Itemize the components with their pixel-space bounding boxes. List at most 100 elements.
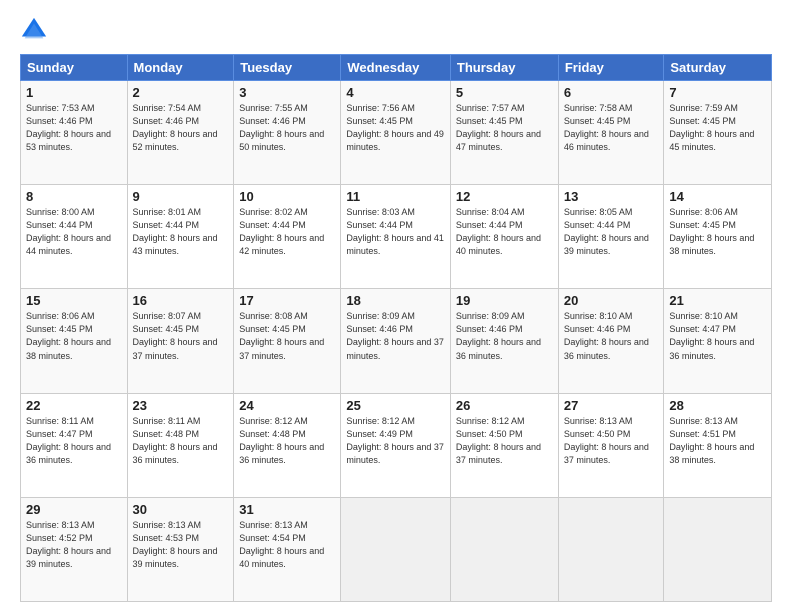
- day-number: 4: [346, 85, 445, 100]
- calendar-cell: 23Sunrise: 8:11 AMSunset: 4:48 PMDayligh…: [127, 393, 234, 497]
- day-number: 15: [26, 293, 122, 308]
- calendar-cell: 16 Sunrise: 8:07 AMSunset: 4:45 PMDayligh…: [127, 289, 234, 393]
- calendar-header: SundayMondayTuesdayWednesdayThursdayFrid…: [21, 55, 772, 81]
- calendar-cell: 20Sunrise: 8:10 AMSunset: 4:46 PMDayligh…: [558, 289, 664, 393]
- weekday-header-saturday: Saturday: [664, 55, 772, 81]
- calendar-cell: [450, 497, 558, 601]
- calendar-cell: 4 Sunrise: 7:56 AMSunset: 4:45 PMDaylight…: [341, 81, 451, 185]
- day-number: 31: [239, 502, 335, 517]
- cell-text: Sunrise: 8:13 AMSunset: 4:54 PMDaylight:…: [239, 520, 324, 569]
- weekday-header-friday: Friday: [558, 55, 664, 81]
- day-number: 12: [456, 189, 553, 204]
- day-number: 14: [669, 189, 766, 204]
- calendar-cell: 9Sunrise: 8:01 AMSunset: 4:44 PMDaylight…: [127, 185, 234, 289]
- cell-text: Sunrise: 8:10 AMSunset: 4:47 PMDaylight:…: [669, 311, 754, 360]
- calendar-cell: 22Sunrise: 8:11 AMSunset: 4:47 PMDayligh…: [21, 393, 128, 497]
- day-number: 19: [456, 293, 553, 308]
- day-number: 28: [669, 398, 766, 413]
- day-number: 10: [239, 189, 335, 204]
- calendar-cell: 11 Sunrise: 8:03 AMSunset: 4:44 PMDayligh…: [341, 185, 451, 289]
- cell-text: Sunrise: 8:01 AMSunset: 4:44 PMDaylight:…: [133, 207, 218, 256]
- week-row-3: 15 Sunrise: 8:06 AMSunset: 4:45 PMDayligh…: [21, 289, 772, 393]
- cell-text: Sunrise: 8:13 AMSunset: 4:53 PMDaylight:…: [133, 520, 218, 569]
- cell-text: Sunrise: 8:13 AMSunset: 4:51 PMDaylight:…: [669, 416, 754, 465]
- day-number: 21: [669, 293, 766, 308]
- calendar-cell: 31 Sunrise: 8:13 AMSunset: 4:54 PMDayligh…: [234, 497, 341, 601]
- cell-text: Sunrise: 7:58 AMSunset: 4:45 PMDaylight:…: [564, 103, 649, 152]
- weekday-header-thursday: Thursday: [450, 55, 558, 81]
- week-row-4: 22Sunrise: 8:11 AMSunset: 4:47 PMDayligh…: [21, 393, 772, 497]
- cell-text: Sunrise: 8:05 AMSunset: 4:44 PMDaylight:…: [564, 207, 649, 256]
- calendar-cell: 5 Sunrise: 7:57 AMSunset: 4:45 PMDaylight…: [450, 81, 558, 185]
- day-number: 25: [346, 398, 445, 413]
- day-number: 26: [456, 398, 553, 413]
- cell-text: Sunrise: 7:55 AMSunset: 4:46 PMDaylight:…: [239, 103, 324, 152]
- cell-text: Sunrise: 8:02 AMSunset: 4:44 PMDaylight:…: [239, 207, 324, 256]
- day-number: 1: [26, 85, 122, 100]
- cell-text: Sunrise: 7:59 AMSunset: 4:45 PMDaylight:…: [669, 103, 754, 152]
- day-number: 6: [564, 85, 659, 100]
- calendar-cell: 14 Sunrise: 8:06 AMSunset: 4:45 PMDayligh…: [664, 185, 772, 289]
- cell-text: Sunrise: 8:06 AMSunset: 4:45 PMDaylight:…: [669, 207, 754, 256]
- calendar-cell: 7 Sunrise: 7:59 AMSunset: 4:45 PMDaylight…: [664, 81, 772, 185]
- cell-text: Sunrise: 7:57 AMSunset: 4:45 PMDaylight:…: [456, 103, 541, 152]
- logo: [20, 16, 52, 44]
- day-number: 18: [346, 293, 445, 308]
- weekday-header-wednesday: Wednesday: [341, 55, 451, 81]
- cell-text: Sunrise: 8:13 AMSunset: 4:52 PMDaylight:…: [26, 520, 111, 569]
- cell-text: Sunrise: 8:09 AMSunset: 4:46 PMDaylight:…: [346, 311, 444, 360]
- day-number: 13: [564, 189, 659, 204]
- calendar-cell: 19 Sunrise: 8:09 AMSunset: 4:46 PMDayligh…: [450, 289, 558, 393]
- day-number: 11: [346, 189, 445, 204]
- cell-text: Sunrise: 8:11 AMSunset: 4:48 PMDaylight:…: [133, 416, 218, 465]
- weekday-header-monday: Monday: [127, 55, 234, 81]
- calendar-cell: 10 Sunrise: 8:02 AMSunset: 4:44 PMDayligh…: [234, 185, 341, 289]
- day-number: 2: [133, 85, 229, 100]
- calendar-cell: 2 Sunrise: 7:54 AMSunset: 4:46 PMDaylight…: [127, 81, 234, 185]
- calendar-cell: 17 Sunrise: 8:08 AMSunset: 4:45 PMDayligh…: [234, 289, 341, 393]
- cell-text: Sunrise: 8:07 AMSunset: 4:45 PMDaylight:…: [133, 311, 218, 360]
- cell-text: Sunrise: 8:04 AMSunset: 4:44 PMDaylight:…: [456, 207, 541, 256]
- cell-text: Sunrise: 8:03 AMSunset: 4:44 PMDaylight:…: [346, 207, 444, 256]
- calendar-cell: [558, 497, 664, 601]
- weekday-row: SundayMondayTuesdayWednesdayThursdayFrid…: [21, 55, 772, 81]
- calendar-cell: 15 Sunrise: 8:06 AMSunset: 4:45 PMDayligh…: [21, 289, 128, 393]
- header: [20, 16, 772, 44]
- calendar-cell: 3 Sunrise: 7:55 AMSunset: 4:46 PMDaylight…: [234, 81, 341, 185]
- calendar-table: SundayMondayTuesdayWednesdayThursdayFrid…: [20, 54, 772, 602]
- weekday-header-tuesday: Tuesday: [234, 55, 341, 81]
- day-number: 3: [239, 85, 335, 100]
- day-number: 7: [669, 85, 766, 100]
- calendar-body: 1 Sunrise: 7:53 AMSunset: 4:46 PMDaylight…: [21, 81, 772, 602]
- calendar-cell: 12 Sunrise: 8:04 AMSunset: 4:44 PMDayligh…: [450, 185, 558, 289]
- cell-text: Sunrise: 8:09 AMSunset: 4:46 PMDaylight:…: [456, 311, 541, 360]
- cell-text: Sunrise: 7:56 AMSunset: 4:45 PMDaylight:…: [346, 103, 444, 152]
- day-number: 17: [239, 293, 335, 308]
- cell-text: Sunrise: 8:06 AMSunset: 4:45 PMDaylight:…: [26, 311, 111, 360]
- calendar-cell: [341, 497, 451, 601]
- day-number: 27: [564, 398, 659, 413]
- calendar-cell: 27 Sunrise: 8:13 AMSunset: 4:50 PMDayligh…: [558, 393, 664, 497]
- day-number: 16: [133, 293, 229, 308]
- cell-text: Sunrise: 7:53 AMSunset: 4:46 PMDaylight:…: [26, 103, 111, 152]
- week-row-1: 1 Sunrise: 7:53 AMSunset: 4:46 PMDaylight…: [21, 81, 772, 185]
- cell-text: Sunrise: 8:12 AMSunset: 4:49 PMDaylight:…: [346, 416, 444, 465]
- day-number: 8: [26, 189, 122, 204]
- calendar-cell: 24 Sunrise: 8:12 AMSunset: 4:48 PMDayligh…: [234, 393, 341, 497]
- calendar-cell: 1 Sunrise: 7:53 AMSunset: 4:46 PMDaylight…: [21, 81, 128, 185]
- week-row-5: 29Sunrise: 8:13 AMSunset: 4:52 PMDayligh…: [21, 497, 772, 601]
- calendar-cell: 6 Sunrise: 7:58 AMSunset: 4:45 PMDaylight…: [558, 81, 664, 185]
- day-number: 5: [456, 85, 553, 100]
- cell-text: Sunrise: 8:00 AMSunset: 4:44 PMDaylight:…: [26, 207, 111, 256]
- day-number: 24: [239, 398, 335, 413]
- calendar-cell: 30 Sunrise: 8:13 AMSunset: 4:53 PMDayligh…: [127, 497, 234, 601]
- cell-text: Sunrise: 8:13 AMSunset: 4:50 PMDaylight:…: [564, 416, 649, 465]
- calendar-cell: 18 Sunrise: 8:09 AMSunset: 4:46 PMDayligh…: [341, 289, 451, 393]
- cell-text: Sunrise: 8:08 AMSunset: 4:45 PMDaylight:…: [239, 311, 324, 360]
- calendar-cell: 13 Sunrise: 8:05 AMSunset: 4:44 PMDayligh…: [558, 185, 664, 289]
- cell-text: Sunrise: 7:54 AMSunset: 4:46 PMDaylight:…: [133, 103, 218, 152]
- cell-text: Sunrise: 8:12 AMSunset: 4:48 PMDaylight:…: [239, 416, 324, 465]
- calendar-cell: 25 Sunrise: 8:12 AMSunset: 4:49 PMDayligh…: [341, 393, 451, 497]
- page: SundayMondayTuesdayWednesdayThursdayFrid…: [0, 0, 792, 612]
- day-number: 30: [133, 502, 229, 517]
